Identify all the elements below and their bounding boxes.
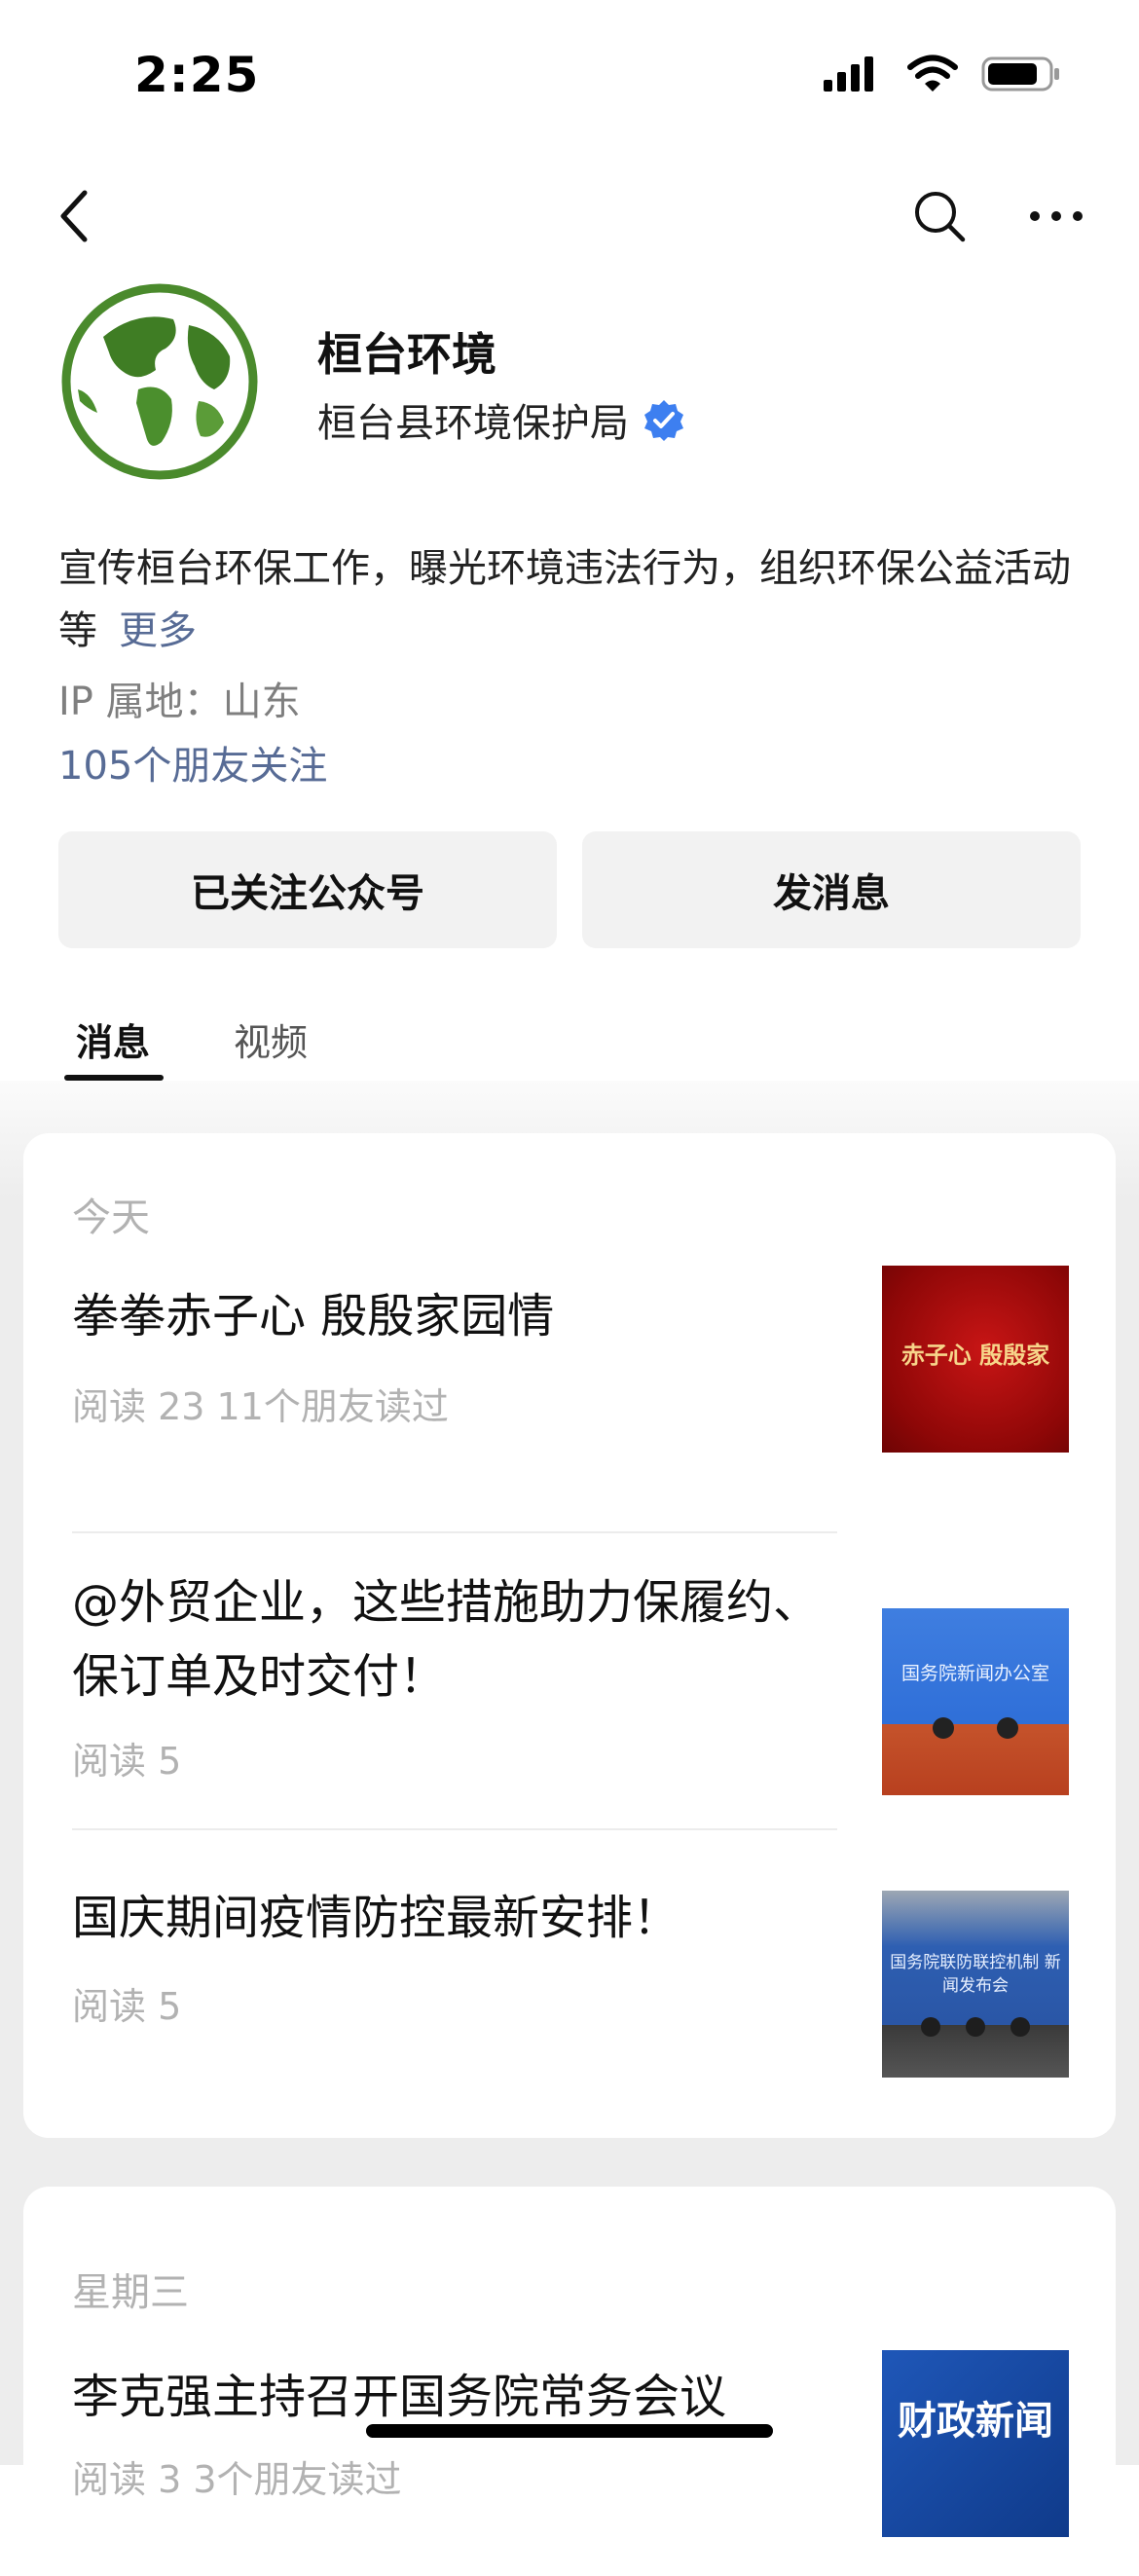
verified-badge-icon bbox=[644, 400, 683, 441]
thumbnail-caption: 国务院联防联控机制 新闻发布会 bbox=[890, 1953, 1061, 1996]
description-text: 宣传桓台环保工作，曝光环境违法行为，组织环保公益活动等 bbox=[58, 546, 1071, 653]
chevron-left-icon bbox=[60, 190, 88, 242]
signal-icon bbox=[824, 56, 873, 92]
article-title: 国庆期间疫情防控最新安排！ bbox=[72, 1891, 680, 1945]
article-thumbnail: 国务院新闻办公室 bbox=[882, 1608, 1069, 1795]
article-thumbnail: 赤子心 殷殷家 bbox=[882, 1266, 1069, 1453]
home-indicator[interactable] bbox=[366, 2424, 773, 2438]
more-options-button[interactable] bbox=[1022, 177, 1090, 255]
account-description: 宣传桓台环保工作，曝光环境违法行为，组织环保公益活动等 更多 bbox=[58, 537, 1090, 662]
status-time: 2:25 bbox=[134, 47, 260, 103]
article-meta: 阅读 5 bbox=[72, 1740, 182, 1783]
speaker-figure bbox=[921, 2017, 940, 2037]
speaker-figure bbox=[966, 2017, 985, 2037]
thumbnail-caption: 财政新闻 bbox=[898, 2399, 1053, 2444]
account-name: 桓台环境 bbox=[317, 328, 496, 381]
account-avatar[interactable] bbox=[58, 280, 261, 483]
article-item[interactable]: 李克强主持召开国务院常务会议 阅读 3 3个朋友读过 财政新闻 bbox=[23, 2350, 1116, 2555]
article-title: @外贸企业，这些措施助力保履约、保订单及时交付！ bbox=[72, 1575, 821, 1704]
date-label: 今天 bbox=[72, 1196, 150, 1240]
article-item[interactable]: 拳拳赤子心 殷殷家园情 阅读 23 11个朋友读过 赤子心 殷殷家 bbox=[23, 1266, 1116, 1474]
account-profile: 桓台环境 桓台县环境保护局 bbox=[0, 273, 1139, 506]
article-meta: 阅读 23 11个朋友读过 bbox=[72, 1385, 449, 1428]
article-thumbnail: 国务院联防联控机制 新闻发布会 bbox=[882, 1891, 1069, 2078]
article-title: 李克强主持召开国务院常务会议 bbox=[72, 2370, 727, 2424]
article-meta: 阅读 5 bbox=[72, 1985, 182, 2028]
speaker-figure bbox=[1010, 2017, 1030, 2037]
battery-icon bbox=[981, 56, 1059, 92]
status-icons bbox=[822, 55, 1061, 93]
feed-card-today: 今天 拳拳赤子心 殷殷家园情 阅读 23 11个朋友读过 赤子心 殷殷家 @外贸… bbox=[23, 1133, 1116, 2138]
followed-account-button[interactable]: 已关注公众号 bbox=[58, 831, 557, 948]
more-icon bbox=[1030, 211, 1083, 221]
date-label: 星期三 bbox=[72, 2270, 189, 2315]
thumbnail-caption: 国务院新闻办公室 bbox=[900, 1663, 1049, 1684]
friends-follow-link[interactable]: 105个朋友关注 bbox=[58, 734, 327, 791]
search-button[interactable] bbox=[905, 177, 974, 255]
speaker-figure bbox=[997, 1717, 1018, 1739]
globe-logo-icon bbox=[61, 283, 258, 480]
tab-videos[interactable]: 视频 bbox=[234, 1012, 308, 1066]
thumbnail-caption: 赤子心 殷殷家 bbox=[900, 1341, 1050, 1369]
tab-messages[interactable]: 消息 bbox=[76, 1012, 150, 1066]
nav-bar bbox=[0, 166, 1139, 273]
wifi-icon bbox=[907, 55, 958, 92]
status-bar: 2:25 bbox=[0, 0, 1139, 146]
ip-location: IP 属地：山东 bbox=[58, 680, 301, 724]
article-meta: 阅读 3 3个朋友读过 bbox=[72, 2458, 402, 2501]
description-more-link[interactable]: 更多 bbox=[119, 608, 197, 653]
article-divider bbox=[72, 1531, 837, 1533]
org-name: 桓台县环境保护局 bbox=[317, 401, 629, 446]
article-title: 拳拳赤子心 殷殷家园情 bbox=[72, 1289, 555, 1343]
send-message-button[interactable]: 发消息 bbox=[582, 831, 1081, 948]
verified-org-row[interactable]: 桓台县环境保护局 bbox=[317, 391, 685, 448]
article-item[interactable]: @外贸企业，这些措施助力保履约、保订单及时交付！ 阅读 5 国务院新闻办公室 bbox=[23, 1565, 1116, 1799]
back-button[interactable] bbox=[39, 177, 107, 255]
speaker-figure bbox=[933, 1717, 954, 1739]
article-divider bbox=[72, 1828, 837, 1830]
search-icon bbox=[915, 192, 966, 242]
article-thumbnail: 财政新闻 bbox=[882, 2350, 1069, 2537]
feed-card-wednesday: 星期三 李克强主持召开国务院常务会议 阅读 3 3个朋友读过 财政新闻 bbox=[23, 2187, 1116, 2576]
article-item[interactable]: 国庆期间疫情防控最新安排！ 阅读 5 国务院联防联控机制 新闻发布会 bbox=[23, 1863, 1116, 2097]
